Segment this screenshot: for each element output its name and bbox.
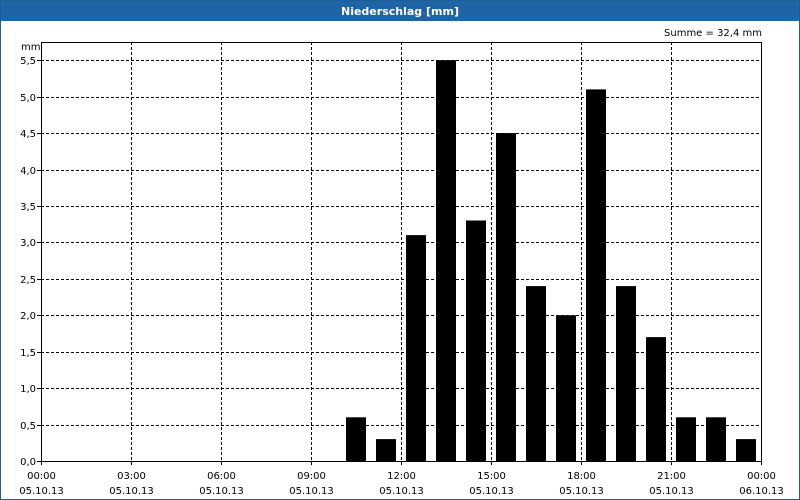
precipitation-bar	[346, 417, 366, 461]
y-tick-label: 4,0	[20, 166, 36, 177]
precipitation-bar	[376, 439, 396, 461]
precipitation-bar	[676, 417, 696, 461]
precipitation-bar	[526, 286, 546, 461]
precipitation-bar	[736, 439, 756, 461]
precipitation-bar	[556, 315, 576, 461]
y-tick-label: 0,0	[20, 457, 36, 468]
x-tick-date-label: 05.10.13	[379, 486, 424, 497]
y-tick-label: 4,5	[20, 129, 36, 140]
y-tick-label: 2,0	[20, 311, 36, 322]
precipitation-chart: 0,0 0,5 1,0 1,5 2,0 2,5 3,0 3,5 4,0 4,5 5,0 5,5 00:0…	[19, 28, 784, 497]
y-tick-label: 5,0	[20, 93, 36, 104]
x-tick-time-label: 21:00	[657, 471, 686, 482]
y-tick-label: 0,5	[20, 421, 36, 432]
x-tick-date-label: 05.10.13	[469, 486, 514, 497]
x-tick-date-label: 05.10.13	[289, 486, 334, 497]
y-tick-label: 1,0	[20, 384, 36, 395]
x-tick-date-label: 05.10.13	[649, 486, 694, 497]
sum-annotation: Summe = 32,4 mm	[664, 28, 762, 39]
precipitation-bar	[406, 235, 426, 461]
precipitation-bar	[436, 60, 456, 461]
y-tick-label: 5,5	[20, 56, 36, 67]
x-tick-time-label: 00:00	[27, 471, 56, 482]
x-tick-date-label: 05.10.13	[559, 486, 604, 497]
y-tick-label: 1,5	[20, 348, 36, 359]
x-tick-time-label: 00:00	[747, 471, 776, 482]
precipitation-bar	[616, 286, 636, 461]
precipitation-bar	[706, 417, 726, 461]
bars	[346, 60, 756, 462]
x-tick-date-label: 05.10.13	[19, 486, 64, 497]
x-tick-time-label: 15:00	[477, 471, 506, 482]
precipitation-bar	[586, 89, 606, 462]
y-axis-unit: mm	[21, 42, 40, 53]
x-tick-time-label: 06:00	[207, 471, 236, 482]
x-tick-date-label: 05.10.13	[199, 486, 244, 497]
x-tick-time-label: 03:00	[117, 471, 146, 482]
precipitation-bar	[646, 337, 666, 461]
precipitation-bar	[496, 133, 516, 461]
y-tick-label: 3,0	[20, 238, 36, 249]
x-tick-date-label: 05.10.13	[109, 486, 154, 497]
precipitation-bar	[466, 220, 486, 461]
x-tick-time-label: 09:00	[297, 471, 326, 482]
x-tick-time-label: 12:00	[387, 471, 416, 482]
x-tick-time-label: 18:00	[567, 471, 596, 482]
x-tick-date-label: 06.10.13	[739, 486, 784, 497]
y-tick-label: 2,5	[20, 275, 36, 286]
y-tick-label: 3,5	[20, 202, 36, 213]
